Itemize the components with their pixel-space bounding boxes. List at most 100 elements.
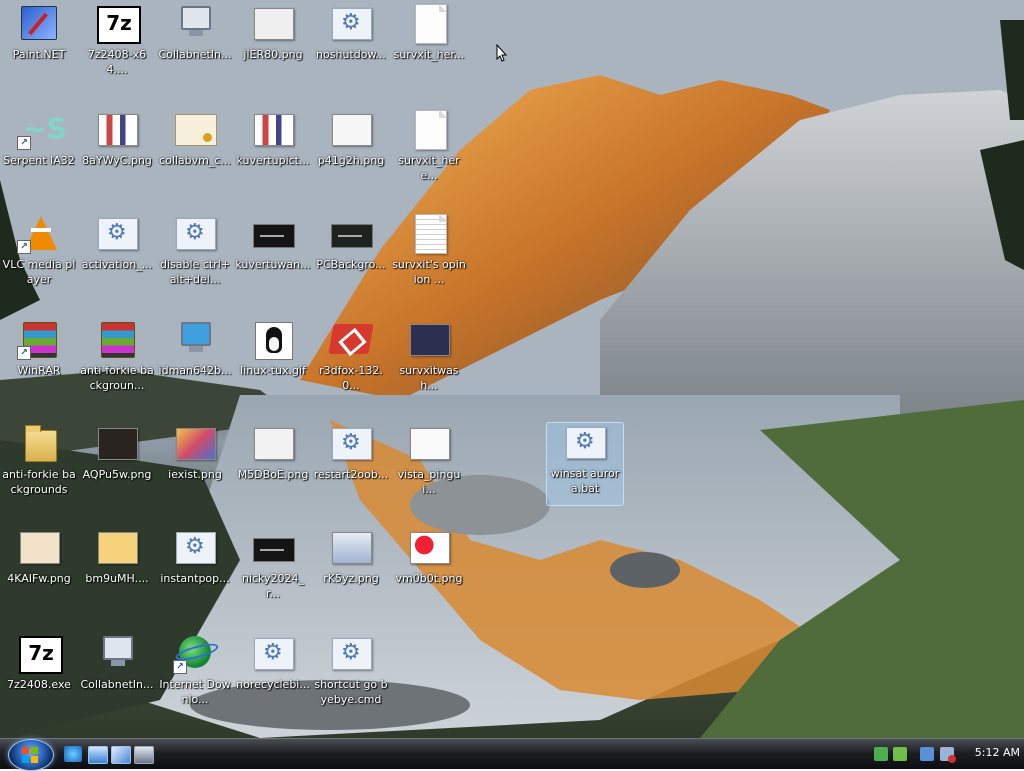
penguin-icon xyxy=(251,320,295,360)
desktop-icon-activation[interactable]: activation_... xyxy=(78,214,156,272)
desktop-icon-label: Paint.NET xyxy=(12,48,66,61)
computer-icon xyxy=(173,4,217,44)
desktop-icon-label: survxit_her... xyxy=(393,48,465,61)
desktop-icon-label: survxitwash... xyxy=(399,364,459,392)
desktop-icon-survxit-her[interactable]: survxit_her... xyxy=(390,4,468,62)
desktop-icon-aqpu5w[interactable]: AQPu5w.png xyxy=(78,424,156,482)
desktop-icon-label: 7z2408-x64.... xyxy=(87,48,147,76)
desktop-icon-survxit-here[interactable]: survxit_here... xyxy=(390,110,468,183)
desktop-icon-internet-download[interactable]: ↗ Internet Downlo... xyxy=(156,634,234,707)
desktop-icon-label: survxit's opinion ... xyxy=(392,258,466,286)
shortcut-arrow-icon: ↗ xyxy=(17,240,31,254)
desktop-icon-collabnetin-2[interactable]: CollabnetIn... xyxy=(78,634,156,692)
desktop-icon-label: disable ctrl+alt+del... xyxy=(160,258,230,286)
desktop-icon-nicky2024[interactable]: nicky2024_r... xyxy=(234,528,312,601)
document-icon xyxy=(407,4,451,44)
folder-icon xyxy=(17,424,61,464)
desktop-icon-7z2408-exe[interactable]: 7z 7z2408.exe xyxy=(0,634,78,692)
desktop-icon-instantpop[interactable]: instantpop... xyxy=(156,528,234,586)
document-icon xyxy=(407,110,451,150)
desktop-icon-r3dfox[interactable]: r3dfox-132.0... xyxy=(312,320,390,393)
paint-net-icon xyxy=(17,4,61,44)
desktop-icon-label: winsat aurora.bat xyxy=(550,467,620,495)
desktop-icon-shortcut-go-byebye[interactable]: shortcut go byebye.cmd xyxy=(312,634,390,707)
desktop-icon-kuvertupict[interactable]: kuvertupict... xyxy=(234,110,312,168)
desktop-icon-label: 8aYWyC.png xyxy=(82,154,152,167)
start-button[interactable] xyxy=(8,739,54,771)
desktop-icon-bm9umh[interactable]: bm9uMH.... xyxy=(78,528,156,586)
image-thumbnail-icon xyxy=(251,424,295,464)
desktop-icon-anti-forkie-folder[interactable]: anti-forkie backgrounds xyxy=(0,424,78,497)
desktop-icon-rk5yz[interactable]: rK5yz.png xyxy=(312,528,390,586)
image-thumbnail-icon xyxy=(407,528,451,568)
desktop-icon-vm0b0t[interactable]: vm0b0t.png xyxy=(390,528,468,586)
winrar-icon: ↗ xyxy=(17,320,61,360)
desktop-icon-label: Serpent IA32 xyxy=(3,154,75,167)
r3dfox-icon xyxy=(328,320,374,360)
desktop-icon-label: kuvertupict... xyxy=(236,154,310,167)
tray-volume-muted-icon[interactable] xyxy=(940,747,956,763)
desktop-icon-label: p41g2h.png xyxy=(317,154,385,167)
desktop-icon-iexist[interactable]: iexist.png xyxy=(156,424,234,482)
desktop-icon-p41g2h[interactable]: p41g2h.png xyxy=(312,110,390,168)
desktop-icon-anti-forkie-backgroun[interactable]: anti-forkie backgroun... xyxy=(78,320,156,393)
desktop-icon-norecyclebi[interactable]: norecyclebi... xyxy=(234,634,312,692)
desktop-icon-4kaifw[interactable]: 4KAIFw.png xyxy=(0,528,78,586)
image-thumbnail-icon xyxy=(329,214,373,254)
script-gear-icon xyxy=(95,214,139,254)
desktop-icon-serpent-ia32[interactable]: ~S ↗ Serpent IA32 xyxy=(0,110,78,168)
desktop-icon-label: idman642b... xyxy=(158,364,232,377)
quick-launch-computer-icon[interactable] xyxy=(134,746,154,764)
desktop[interactable]: Paint.NET ~S ↗ Serpent IA32 ↗ VLC media p… xyxy=(0,0,1024,738)
desktop-icon-8aywyc[interactable]: 8aYWyC.png xyxy=(78,110,156,168)
7zip-icon: 7z xyxy=(17,634,63,674)
quick-launch-ie-icon[interactable] xyxy=(64,746,82,762)
image-thumbnail-icon xyxy=(251,110,295,150)
desktop-icon-kuvertuwan[interactable]: kuvertuwan... xyxy=(234,214,312,272)
desktop-icon-collabvm-c[interactable]: collabvm_c... xyxy=(156,110,234,168)
desktop-icon-label: 7z2408.exe xyxy=(7,678,71,691)
desktop-icon-m5dboe[interactable]: M5DBoE.png xyxy=(234,424,312,482)
mouse-cursor-icon xyxy=(496,44,508,62)
desktop-icon-jler80[interactable]: jlER80.png xyxy=(234,4,312,62)
desktop-icon-label: shortcut go byebye.cmd xyxy=(314,678,388,706)
desktop-icon-restart2oob[interactable]: restart2oob... xyxy=(312,424,390,482)
desktop-icon-label: vm0b0t.png xyxy=(395,572,463,585)
desktop-icon-7z2408-x64[interactable]: 7z 7z2408-x64.... xyxy=(78,4,156,77)
script-gear-icon xyxy=(329,634,373,674)
desktop-icon-pcbackgro[interactable]: PCBackgro... xyxy=(312,214,390,272)
quick-launch-show-desktop-icon[interactable] xyxy=(88,746,108,764)
desktop-icon-winsat-aurora[interactable]: winsat aurora.bat xyxy=(546,422,624,506)
installer-icon xyxy=(173,320,217,360)
desktop-icon-label: CollabnetIn... xyxy=(80,678,154,691)
desktop-icon-label: noshutdow... xyxy=(316,48,386,61)
desktop-icon-survxitwash[interactable]: survxitwash... xyxy=(390,320,468,393)
desktop-icon-idman642b[interactable]: idman642b... xyxy=(156,320,234,378)
desktop-icon-vista-pingui[interactable]: vista_pingui... xyxy=(390,424,468,497)
quick-launch-switch-windows-icon[interactable] xyxy=(111,746,131,764)
desktop-icon-label: M5DBoE.png xyxy=(237,468,309,481)
desktop-icon-paint-net[interactable]: Paint.NET xyxy=(0,4,78,62)
desktop-icon-label: r3dfox-132.0... xyxy=(319,364,383,392)
desktop-icon-label: AQPu5w.png xyxy=(82,468,152,481)
desktop-icon-label: PCBackgro... xyxy=(316,258,386,271)
desktop-icon-label: WinRAR xyxy=(17,364,61,377)
shortcut-arrow-icon: ↗ xyxy=(17,346,31,360)
desktop-icon-winrar[interactable]: ↗ WinRAR xyxy=(0,320,78,378)
taskbar-clock[interactable]: 5:12 AM xyxy=(962,746,1020,759)
desktop-icon-noshutdow[interactable]: noshutdow... xyxy=(312,4,390,62)
desktop-icon-disable-ctrl-alt-del[interactable]: disable ctrl+alt+del... xyxy=(156,214,234,287)
desktop-icon-label: norecyclebi... xyxy=(236,678,310,691)
tray-display-icon[interactable] xyxy=(920,747,934,761)
desktop-icon-survxits-opinion[interactable]: survxit's opinion ... xyxy=(390,214,468,287)
desktop-icon-label: collabvm_c... xyxy=(159,154,231,167)
desktop-icon-label: activation_... xyxy=(81,258,153,271)
desktop-icon-linux-tux[interactable]: linux-tux.gif xyxy=(234,320,312,378)
desktop-icon-label: nicky2024_r... xyxy=(241,572,305,600)
desktop-icon-vlc[interactable]: ↗ VLC media player xyxy=(0,214,78,287)
tray-security-icon[interactable] xyxy=(893,747,907,761)
tray-network-icon[interactable] xyxy=(874,747,888,761)
image-thumbnail-icon xyxy=(173,424,217,464)
globe-icon: ↗ xyxy=(173,634,217,674)
desktop-icon-collabnetin[interactable]: CollabnetIn... xyxy=(156,4,234,62)
